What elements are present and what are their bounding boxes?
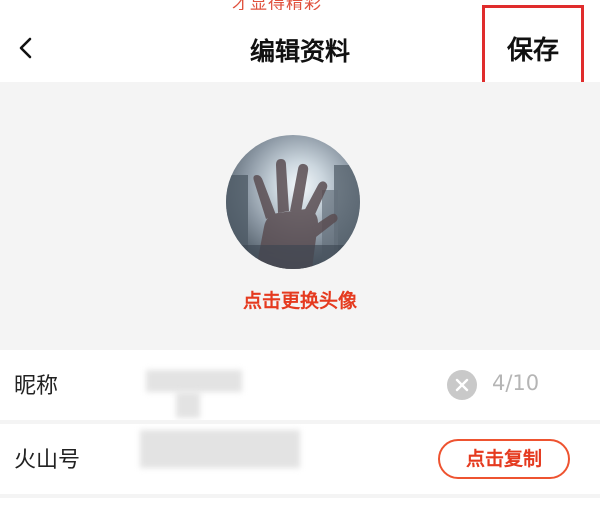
nickname-row[interactable]: 昵称 4/10 (0, 350, 600, 420)
avatar[interactable] (226, 135, 360, 269)
save-button[interactable]: 保存 (485, 30, 581, 67)
nickname-char-counter: 4/10 (492, 371, 540, 395)
save-highlight-box: 保存 (482, 5, 584, 85)
huoshan-id-row: 火山号 点击复制 (0, 424, 600, 494)
copy-button[interactable]: 点击复制 (438, 439, 570, 479)
nickname-value-redacted (146, 370, 242, 392)
avatar-photo-hand (226, 159, 360, 269)
clear-icon[interactable] (447, 370, 477, 400)
change-avatar-link[interactable]: 点击更换头像 (0, 286, 600, 313)
huoshan-id-value-redacted (140, 430, 300, 468)
nickname-value-redacted-lower (176, 392, 200, 418)
top-banner-text: 才显得精彩 (232, 0, 322, 10)
next-row-partial (0, 498, 600, 520)
huoshan-id-label: 火山号 (14, 448, 81, 473)
nickname-label: 昵称 (14, 374, 59, 399)
avatar-section: 点击更换头像 (0, 82, 600, 350)
